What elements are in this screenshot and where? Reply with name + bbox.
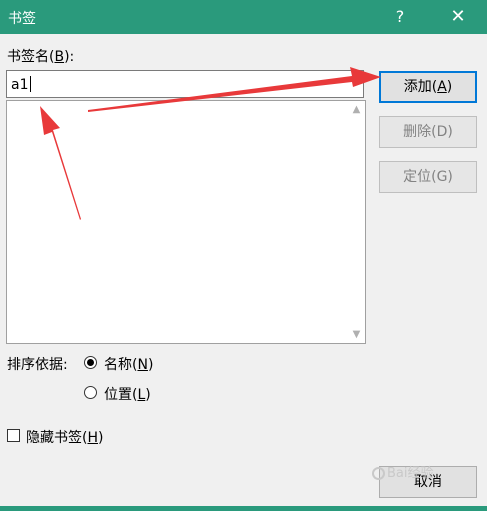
checkbox-text: 隐藏书签( [26,430,88,446]
help-button[interactable]: ? [388,5,412,29]
hide-bookmarks-label[interactable]: 隐藏书签(H) [26,427,103,447]
list-scrollbar[interactable]: ▲ ▼ [348,101,365,343]
label-suffix: ): [64,49,75,65]
bookmark-name-label: 书签名(B): [7,46,74,66]
bottom-accent-bar [0,506,487,511]
option-suffix: ) [147,357,154,373]
input-value: a1 [11,77,29,93]
bookmark-list[interactable]: ▲ ▼ [6,100,366,344]
sort-by-name-label[interactable]: 名称(N) [104,354,153,374]
checkbox-suffix: ) [98,430,104,446]
scroll-up-icon[interactable]: ▲ [348,101,365,118]
option-text: 位置( [104,387,138,403]
option-text: 名称( [104,357,138,373]
sort-by-name-radio[interactable] [84,356,97,369]
scroll-down-icon[interactable]: ▼ [348,326,365,343]
hide-bookmarks-checkbox[interactable] [7,429,20,442]
add-label: 添加( [403,79,438,95]
sort-by-position-radio[interactable] [84,386,97,399]
title-bar: 书签 ? ✕ [0,0,487,34]
window-title: 书签 [8,11,36,27]
watermark: Bai经验 [372,462,434,481]
add-key: A [437,79,447,95]
option-key: N [137,357,148,373]
add-suffix: ) [446,79,453,95]
sort-by-position-label[interactable]: 位置(L) [104,384,151,404]
text-caret [29,76,31,92]
add-button[interactable]: 添加(A) [379,71,477,103]
delete-button[interactable]: 删除(D) [379,116,477,148]
goto-button[interactable]: 定位(G) [379,161,477,193]
access-key: B [54,49,65,65]
watermark-text: Bai经验 [387,466,434,481]
label-text: 书签名( [7,49,55,65]
bookmark-name-input[interactable]: a1 [6,70,364,98]
watermark-logo-icon [372,467,385,480]
checkbox-key: H [87,430,98,446]
sort-label: 排序依据: [7,357,68,373]
option-suffix: ) [145,387,151,403]
close-button[interactable]: ✕ [446,5,470,29]
